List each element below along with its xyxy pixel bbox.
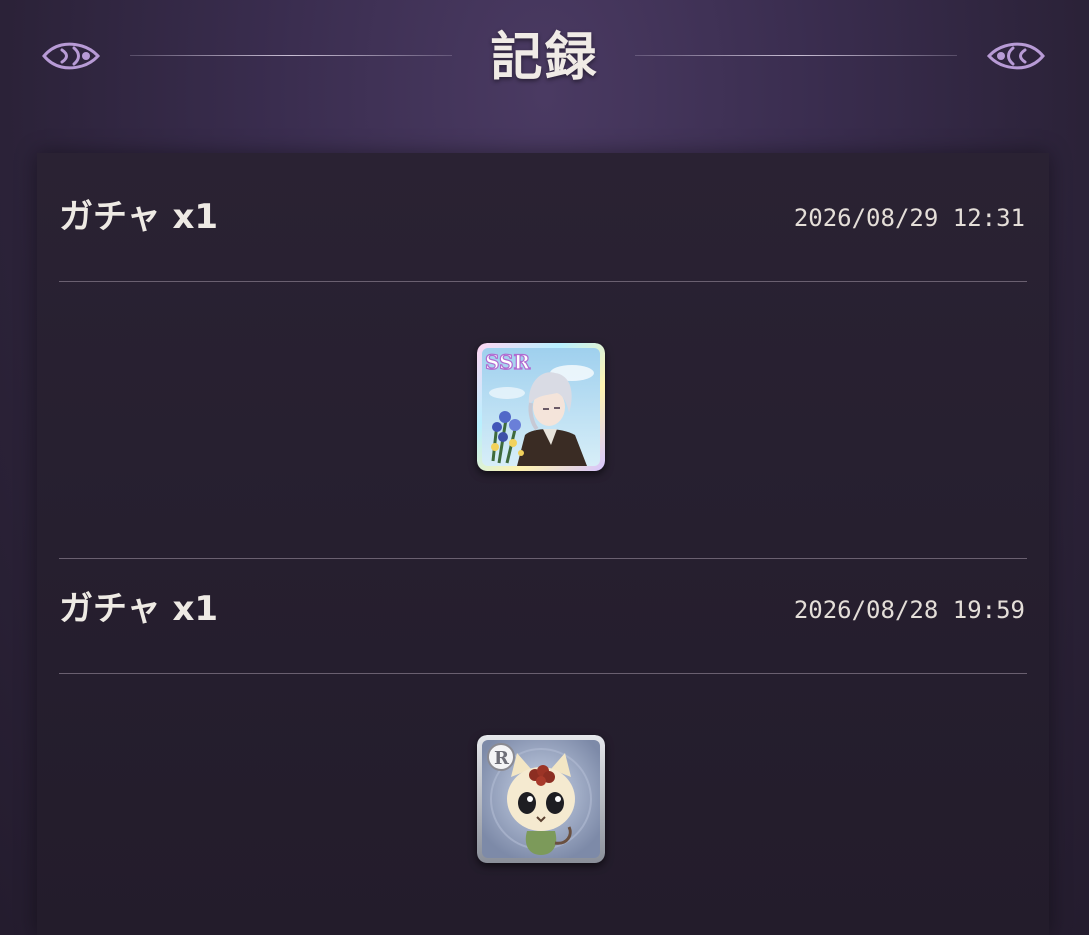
ssr-character-card[interactable]: SSR xyxy=(477,343,605,471)
header-line-right xyxy=(635,55,957,56)
r-card-art: R xyxy=(477,735,605,863)
svg-text:R: R xyxy=(494,748,510,769)
r-rarity-badge-icon: R xyxy=(487,743,515,771)
record-title: ガチャ x1 xyxy=(59,589,219,629)
ssr-rarity-badge-icon: SSR xyxy=(484,349,531,374)
page-title: 記録 xyxy=(490,28,599,88)
section-divider xyxy=(59,558,1027,559)
fleur-ornament-icon xyxy=(986,42,1045,70)
record-timestamp: 2026/08/28 19:59 xyxy=(793,596,1025,624)
record-timestamp: 2026/08/29 12:31 xyxy=(793,204,1025,232)
header: 記録 xyxy=(0,0,1089,140)
ssr-card-art: SSR xyxy=(477,343,605,471)
record-title: ガチャ x1 xyxy=(59,197,219,237)
record-underline xyxy=(59,673,1027,674)
svg-text:SSR: SSR xyxy=(485,350,530,374)
r-character-card[interactable]: R xyxy=(477,735,605,863)
record-underline xyxy=(59,281,1027,282)
record-panel[interactable]: ガチャ x1 2026/08/29 12:31 SSR ガチャ x1 2026/… xyxy=(37,153,1049,935)
